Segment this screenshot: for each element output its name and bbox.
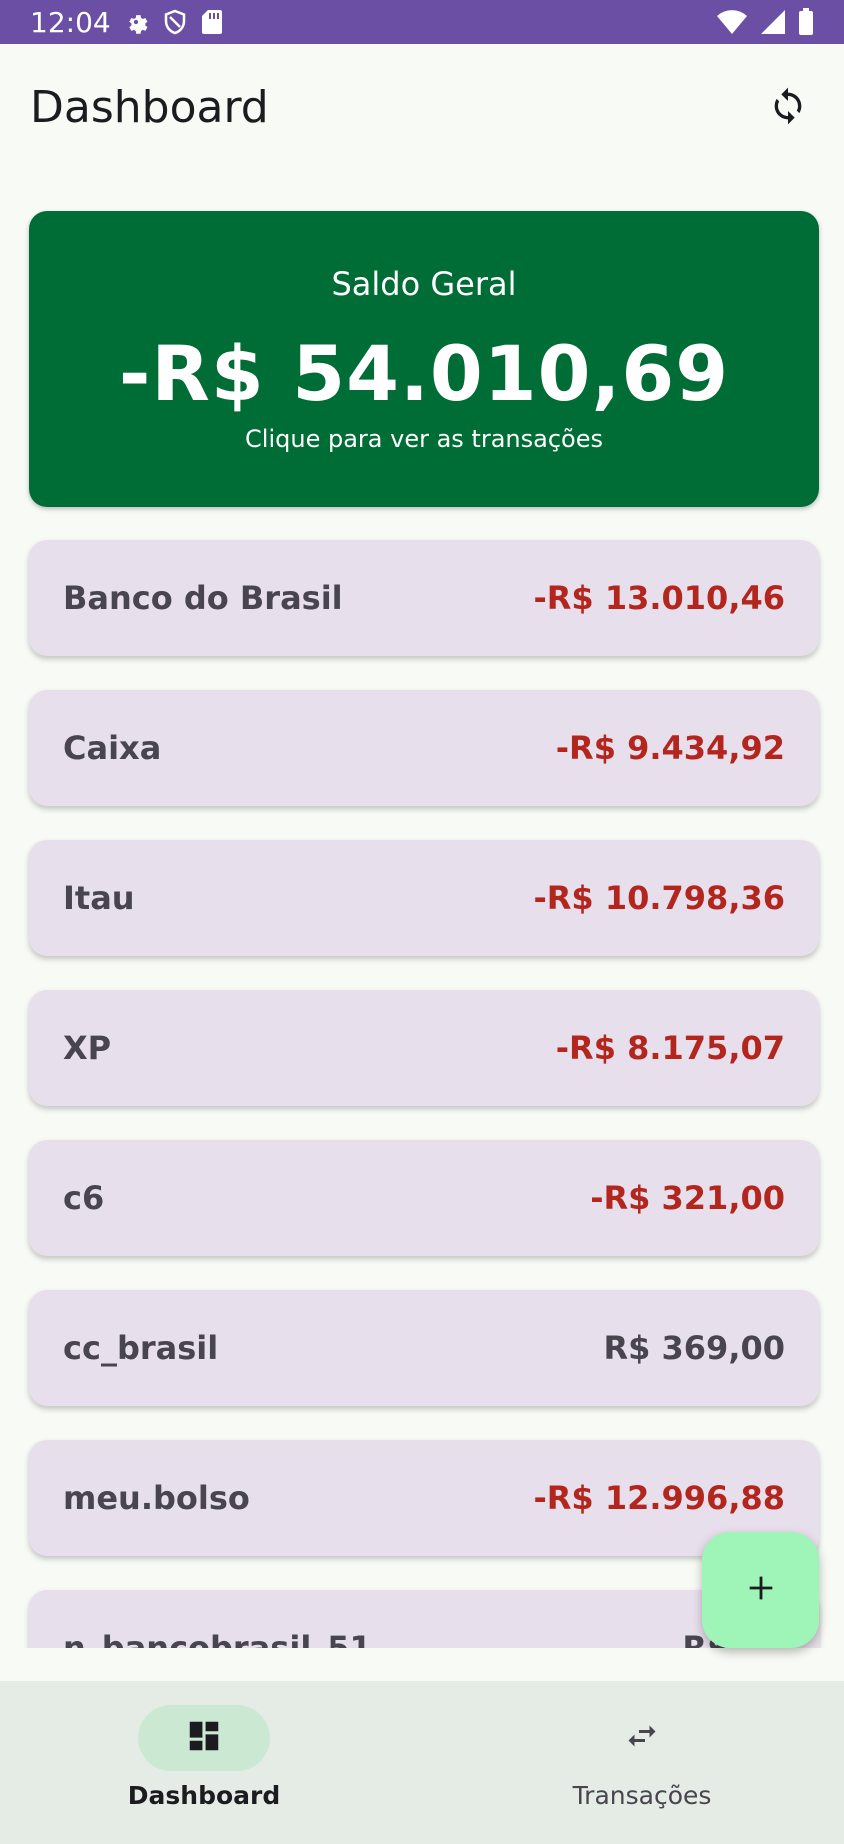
account-card[interactable]: Caixa -R$ 9.434,92	[29, 690, 819, 806]
account-name: c6	[63, 1179, 105, 1217]
status-time: 12:04	[30, 5, 111, 39]
nav-item-dashboard[interactable]: Dashboard	[74, 1705, 334, 1825]
balance-label: Saldo Geral	[331, 265, 517, 303]
account-balance: -R$ 12.996,88	[533, 1479, 786, 1517]
nav-label-dashboard: Dashboard	[127, 1781, 281, 1810]
nav-indicator	[576, 1705, 708, 1771]
nav-item-transactions[interactable]: Transações	[512, 1705, 772, 1825]
account-card[interactable]: cc_brasil R$ 369,00	[29, 1290, 819, 1406]
sd-card-icon	[201, 9, 223, 35]
account-card[interactable]: c6 -R$ 321,00	[29, 1140, 819, 1256]
account-balance: -R$ 321,00	[590, 1179, 785, 1217]
nav-indicator	[138, 1705, 270, 1771]
account-balance: R$ 369,00	[603, 1329, 785, 1367]
account-card[interactable]: n_bancobrasil_51 R$ 35	[29, 1590, 819, 1648]
status-bar: 12:04	[0, 0, 844, 44]
account-balance: -R$ 8.175,07	[555, 1029, 785, 1067]
account-card[interactable]: Banco do Brasil -R$ 13.010,46	[29, 540, 819, 656]
account-card[interactable]: meu.bolso -R$ 12.996,88	[29, 1440, 819, 1556]
page-title: Dashboard	[30, 82, 269, 133]
account-name: cc_brasil	[63, 1329, 219, 1367]
app-bar: Dashboard	[0, 44, 844, 178]
account-card[interactable]: Itau -R$ 10.798,36	[29, 840, 819, 956]
dashboard-icon	[185, 1717, 223, 1760]
account-name: n_bancobrasil_51	[63, 1629, 372, 1648]
battery-icon	[798, 8, 814, 36]
balance-value: -R$ 54.010,69	[118, 329, 730, 418]
cell-signal-icon	[760, 9, 786, 35]
refresh-icon	[768, 84, 808, 133]
refresh-button[interactable]	[756, 76, 820, 140]
account-card[interactable]: XP -R$ 8.175,07	[29, 990, 819, 1106]
wifi-icon	[716, 9, 748, 35]
account-name: XP	[63, 1029, 112, 1067]
swap-arrows-icon	[622, 1718, 662, 1759]
plus-icon	[744, 1571, 778, 1610]
account-name: meu.bolso	[63, 1479, 250, 1517]
account-balance: -R$ 10.798,36	[533, 879, 786, 917]
account-balance: -R$ 9.434,92	[555, 729, 785, 767]
shield-icon	[163, 9, 187, 35]
account-name: Itau	[63, 879, 135, 917]
status-left-icons	[123, 9, 223, 35]
bottom-nav: Dashboard Transações	[0, 1681, 844, 1844]
status-right-icons	[716, 8, 814, 36]
nav-label-transactions: Transações	[572, 1781, 712, 1810]
balance-hint: Clique para ver as transações	[245, 425, 603, 453]
account-balance: -R$ 13.010,46	[533, 579, 786, 617]
account-name: Caixa	[63, 729, 162, 767]
add-account-button[interactable]	[702, 1532, 819, 1648]
balance-card[interactable]: Saldo Geral -R$ 54.010,69 Clique para ve…	[29, 211, 819, 507]
accounts-list[interactable]: Banco do Brasil -R$ 13.010,46 Caixa -R$ …	[0, 530, 844, 1648]
gear-icon	[123, 9, 149, 35]
account-name: Banco do Brasil	[63, 579, 343, 617]
